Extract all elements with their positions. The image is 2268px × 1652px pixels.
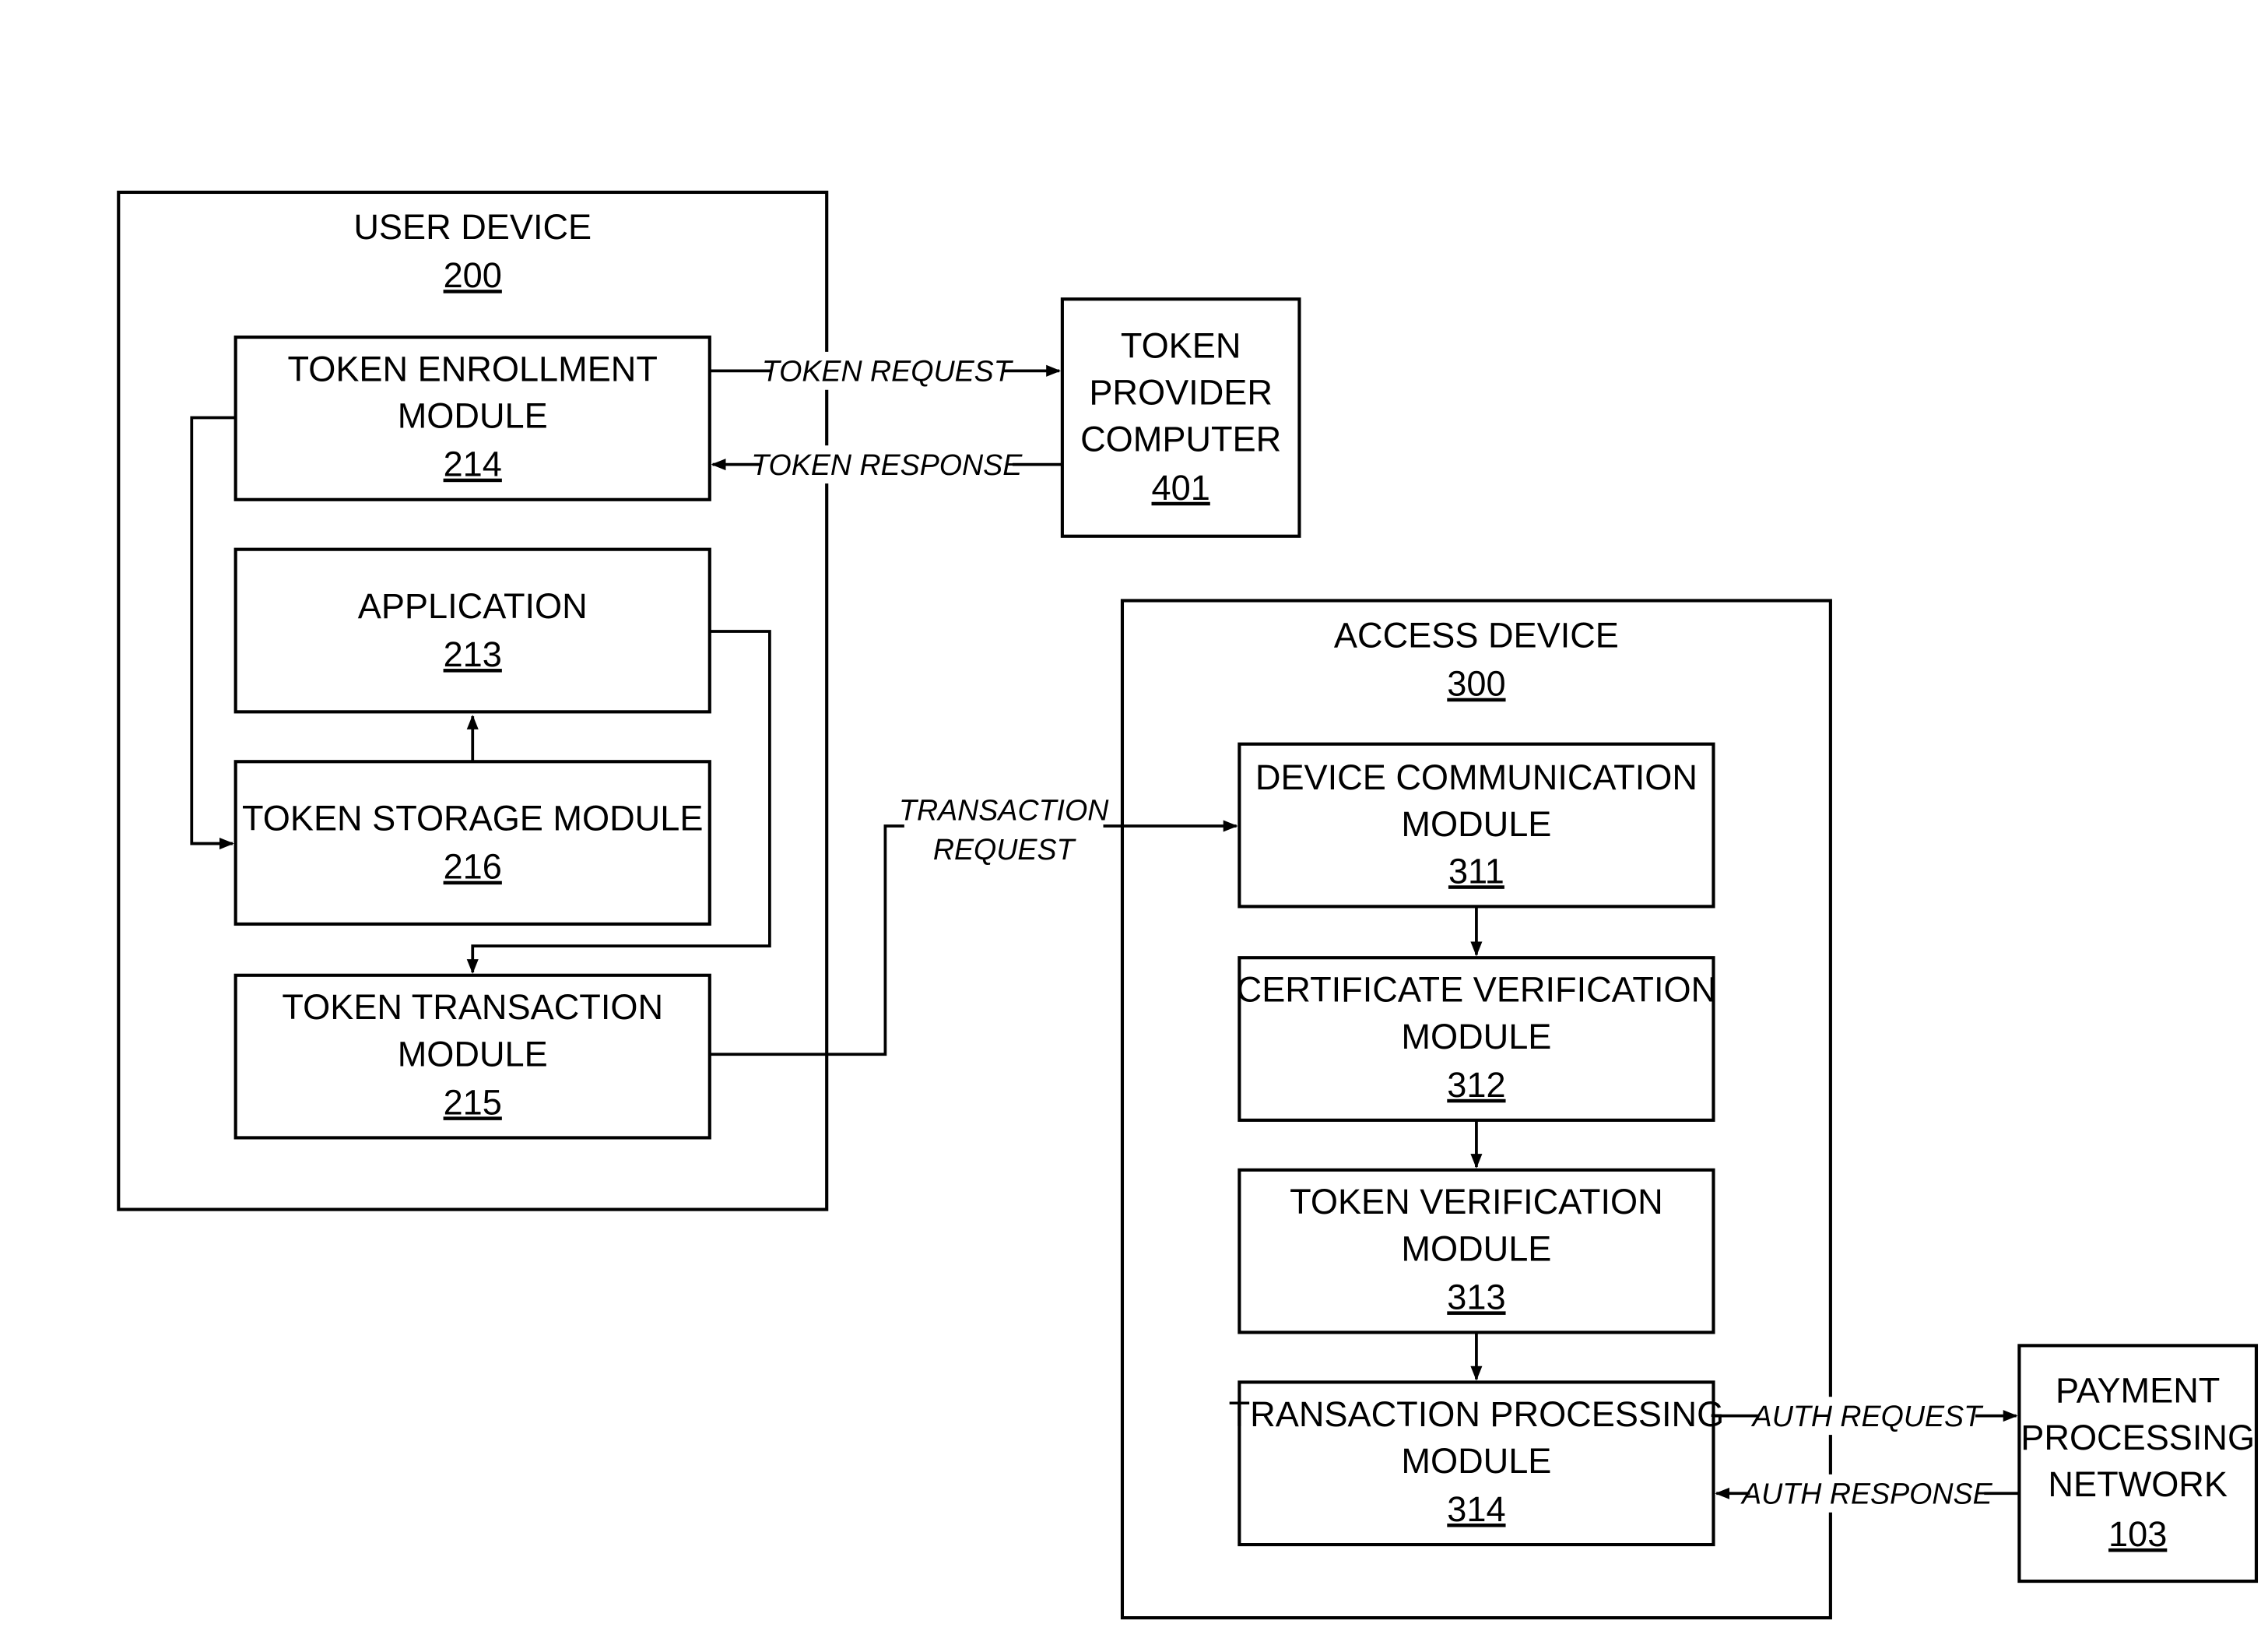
- payment-network-line2: PROCESSING: [2020, 1418, 2255, 1457]
- token-verification-module: TOKEN VERIFICATION MODULE 313: [1238, 1168, 1715, 1334]
- token-enrollment-line1: TOKEN ENROLLMENT: [288, 349, 658, 388]
- token-enrollment-ref: 214: [444, 445, 502, 484]
- device-communication-module: DEVICE COMMUNICATION MODULE 311: [1238, 742, 1715, 909]
- token-provider-computer: TOKEN PROVIDER COMPUTER 401: [1060, 297, 1301, 538]
- user-device-title: USER DEVICE: [353, 207, 592, 247]
- token-storage-ref: 216: [444, 847, 502, 887]
- transaction-processing-module: TRANSACTION PROCESSING MODULE 314: [1229, 1380, 1725, 1547]
- cert-verif-line2: MODULE: [1401, 1017, 1551, 1056]
- token-request-label: TOKEN REQUEST: [762, 354, 1014, 387]
- device-comm-line2: MODULE: [1401, 804, 1551, 844]
- user-device-ref: 200: [444, 255, 502, 295]
- auth-request-label: AUTH REQUEST: [1751, 1400, 1984, 1432]
- payment-network-ref: 103: [2108, 1514, 2167, 1554]
- certificate-verification-module: CERTIFICATE VERIFICATION MODULE 312: [1237, 956, 1717, 1122]
- cert-verif-ref: 312: [1447, 1065, 1505, 1105]
- application-ref: 213: [444, 634, 502, 674]
- token-provider-ref: 401: [1152, 468, 1210, 508]
- access-device-ref: 300: [1447, 664, 1505, 704]
- token-transaction-module: TOKEN TRANSACTION MODULE 215: [233, 973, 711, 1140]
- token-transaction-ref: 215: [444, 1082, 502, 1122]
- auth-response-label: AUTH RESPONSE: [1740, 1477, 1992, 1510]
- payment-processing-network: PAYMENT PROCESSING NETWORK 103: [2017, 1344, 2259, 1583]
- cert-verif-line1: CERTIFICATE VERIFICATION: [1237, 970, 1717, 1010]
- token-enrollment-module: TOKEN ENROLLMENT MODULE 214: [233, 336, 711, 501]
- diagram-canvas: USER DEVICE 200 ACCESS DEVICE 300 TOKEN …: [117, 190, 2259, 1620]
- txn-processing-ref: 314: [1447, 1489, 1505, 1529]
- token-storage-module: TOKEN STORAGE MODULE 216: [233, 760, 711, 926]
- application-line1: APPLICATION: [358, 586, 588, 626]
- application-module: APPLICATION 213: [233, 547, 711, 714]
- token-provider-line3: COMPUTER: [1080, 420, 1281, 459]
- token-provider-line2: PROVIDER: [1089, 373, 1273, 413]
- token-provider-line1: TOKEN: [1121, 325, 1241, 365]
- token-response-label: TOKEN RESPONSE: [751, 448, 1023, 481]
- token-transaction-line2: MODULE: [398, 1034, 548, 1074]
- token-verif-ref: 313: [1447, 1277, 1505, 1316]
- transaction-request-label-1: TRANSACTION: [899, 793, 1109, 826]
- token-verif-line1: TOKEN VERIFICATION: [1290, 1182, 1663, 1221]
- token-verif-line2: MODULE: [1401, 1228, 1551, 1268]
- payment-network-line3: NETWORK: [2048, 1464, 2228, 1504]
- payment-network-line1: PAYMENT: [2056, 1371, 2220, 1411]
- txn-processing-line2: MODULE: [1401, 1441, 1551, 1481]
- token-transaction-line1: TOKEN TRANSACTION: [282, 987, 663, 1027]
- txn-processing-line1: TRANSACTION PROCESSING: [1229, 1394, 1725, 1434]
- diagram: USER DEVICE 200 ACCESS DEVICE 300 TOKEN …: [0, 0, 2268, 1652]
- token-storage-line1: TOKEN STORAGE MODULE: [242, 799, 703, 838]
- device-comm-line1: DEVICE COMMUNICATION: [1255, 757, 1697, 797]
- transaction-request-label-2: REQUEST: [933, 833, 1077, 866]
- token-enrollment-line2: MODULE: [398, 396, 548, 436]
- access-device-title: ACCESS DEVICE: [1334, 616, 1619, 656]
- device-comm-ref: 311: [1448, 851, 1504, 891]
